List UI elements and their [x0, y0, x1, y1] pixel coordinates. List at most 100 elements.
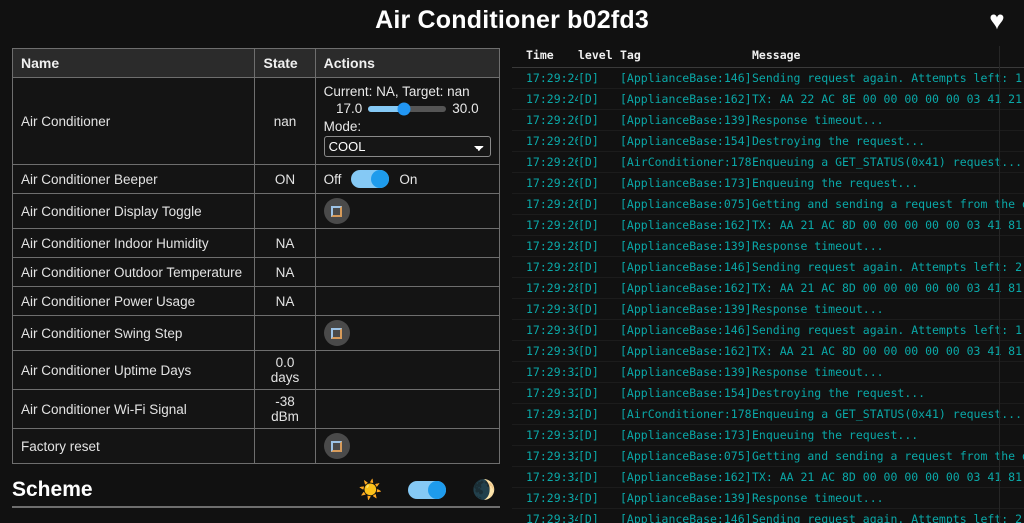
log-row: 17:29:24[D][ApplianceBase:162]TX: AA 22 …: [512, 89, 1024, 110]
table-row: Air Conditioner Wi-Fi Signal -38 dBm: [13, 390, 500, 429]
checkbox-square-icon: [331, 328, 342, 339]
log-message: Sending request again. Attempts left: 1.…: [752, 68, 1024, 89]
temperature-slider[interactable]: [368, 106, 446, 112]
log-tag: [ApplianceBase:146]: [620, 68, 752, 89]
entity-name: Air Conditioner Swing Step: [13, 316, 255, 351]
log-level: [D]: [578, 194, 620, 215]
log-row: 17:29:32[D][ApplianceBase:075]Getting an…: [512, 446, 1024, 467]
log-row: 17:29:26[D][ApplianceBase:075]Getting an…: [512, 194, 1024, 215]
log-header-row: Time level Tag Message: [512, 46, 1024, 68]
entity-state: ON: [255, 165, 315, 194]
switch-off-label: Off: [324, 172, 342, 187]
log-message: Enqueuing the request...: [752, 173, 1024, 194]
column-header-actions: Actions: [315, 49, 499, 78]
log-tag: [ApplianceBase:154]: [620, 131, 752, 152]
entity-actions: [315, 287, 499, 316]
log-row: 17:29:28[D][ApplianceBase:162]TX: AA 21 …: [512, 278, 1024, 299]
log-tag: [ApplianceBase:139]: [620, 299, 752, 320]
table-row: Air Conditioner Uptime Days 0.0 days: [13, 351, 500, 390]
log-message: Response timeout...: [752, 362, 1024, 383]
table-header-row: Name State Actions: [13, 49, 500, 78]
display-toggle-button[interactable]: [324, 198, 350, 224]
heart-icon[interactable]: ♥: [982, 6, 1012, 34]
log-level: [D]: [578, 236, 620, 257]
log-row: 17:29:32[D][AirConditioner:178]Enqueuing…: [512, 404, 1024, 425]
log-message: Sending request again. Attempts left: 1.…: [752, 320, 1024, 341]
mode-label: Mode:: [324, 119, 491, 134]
entity-name: Air Conditioner: [13, 78, 255, 165]
entity-actions: [315, 194, 499, 229]
log-time: 17:29:24: [512, 89, 578, 110]
entity-table-body: Air Conditioner nan Current: NA, Target:…: [13, 78, 500, 464]
log-level: [D]: [578, 68, 620, 89]
log-row: 17:29:32[D][ApplianceBase:162]TX: AA 21 …: [512, 467, 1024, 488]
log-row: 17:29:32[D][ApplianceBase:139]Response t…: [512, 362, 1024, 383]
log-row: 17:29:26[D][ApplianceBase:139]Response t…: [512, 110, 1024, 131]
page-title: Air Conditioner b02fd3: [375, 6, 649, 35]
entity-actions: [315, 351, 499, 390]
swing-step-button[interactable]: [324, 320, 350, 346]
entity-actions: [315, 429, 499, 464]
slider-thumb[interactable]: [398, 102, 411, 115]
log-time: 17:29:32: [512, 404, 578, 425]
log-message: Enqueuing a GET_STATUS(0x41) request...: [752, 404, 1024, 425]
log-message: Destroying the request...: [752, 131, 1024, 152]
log-row: 17:29:34[D][ApplianceBase:139]Response t…: [512, 488, 1024, 509]
log-level: [D]: [578, 89, 620, 110]
log-level: [D]: [578, 509, 620, 523]
checkbox-square-icon: [331, 441, 342, 452]
entity-name: Air Conditioner Display Toggle: [13, 194, 255, 229]
log-tag: [ApplianceBase:139]: [620, 236, 752, 257]
entity-state: [255, 429, 315, 464]
log-time: 17:29:30: [512, 320, 578, 341]
log-level: [D]: [578, 215, 620, 236]
log-level: [D]: [578, 488, 620, 509]
scheme-toggle[interactable]: [408, 481, 446, 499]
log-message: Getting and sending a request from the q…: [752, 194, 1024, 215]
scheme-header: Scheme ☀️ 🌒: [12, 478, 500, 508]
log-pane: Time level Tag Message 17:29:24[D][Appli…: [512, 40, 1024, 523]
log-tag: [ApplianceBase:162]: [620, 341, 752, 362]
mode-select[interactable]: COOL: [324, 136, 491, 157]
slider-min-label: 17.0: [336, 101, 362, 116]
log-time: 17:29:28: [512, 278, 578, 299]
log-level: [D]: [578, 383, 620, 404]
log-row: 17:29:34[D][ApplianceBase:146]Sending re…: [512, 509, 1024, 523]
log-tag: [ApplianceBase:162]: [620, 215, 752, 236]
table-row: Factory reset: [13, 429, 500, 464]
beeper-toggle[interactable]: [351, 170, 389, 188]
log-time: 17:29:34: [512, 509, 578, 523]
log-row: 17:29:26[D][AirConditioner:178]Enqueuing…: [512, 152, 1024, 173]
device-page: Air Conditioner b02fd3 ♥ Name State Acti…: [0, 0, 1024, 523]
beeper-switch-row: Off On: [324, 170, 491, 188]
log-row: 17:29:26[D][ApplianceBase:162]TX: AA 21 …: [512, 215, 1024, 236]
log-message: Response timeout...: [752, 488, 1024, 509]
log-column-time: Time: [512, 46, 578, 68]
scheme-controls: ☀️ 🌒: [359, 481, 500, 500]
log-message: TX: AA 22 AC 8E 00 00 00 00 00 03 41 21 …: [752, 89, 1024, 110]
checkbox-square-icon: [331, 206, 342, 217]
log-level: [D]: [578, 362, 620, 383]
scheme-section: Scheme ☀️ 🌒: [12, 478, 500, 508]
log-level: [D]: [578, 131, 620, 152]
log-row: 17:29:30[D][ApplianceBase:146]Sending re…: [512, 320, 1024, 341]
log-time: 17:29:26: [512, 152, 578, 173]
log-message: TX: AA 21 AC 8D 00 00 00 00 00 03 41 81 …: [752, 215, 1024, 236]
log-message: TX: AA 21 AC 8D 00 00 00 00 00 03 41 81 …: [752, 341, 1024, 362]
log-tag: [ApplianceBase:146]: [620, 509, 752, 523]
entity-state: NA: [255, 287, 315, 316]
log-time: 17:29:30: [512, 341, 578, 362]
log-message: Response timeout...: [752, 299, 1024, 320]
sun-icon[interactable]: ☀️: [359, 481, 383, 500]
pane-divider: [999, 46, 1000, 523]
log-message: Destroying the request...: [752, 383, 1024, 404]
log-tag: [ApplianceBase:173]: [620, 425, 752, 446]
factory-reset-button[interactable]: [324, 433, 350, 459]
entity-name: Air Conditioner Power Usage: [13, 287, 255, 316]
entity-name: Air Conditioner Uptime Days: [13, 351, 255, 390]
moon-icon[interactable]: 🌒: [472, 481, 496, 500]
log-tag: [ApplianceBase:162]: [620, 278, 752, 299]
log-message: Enqueuing the request...: [752, 425, 1024, 446]
entity-name: Air Conditioner Outdoor Temperature: [13, 258, 255, 287]
log-message: Response timeout...: [752, 236, 1024, 257]
